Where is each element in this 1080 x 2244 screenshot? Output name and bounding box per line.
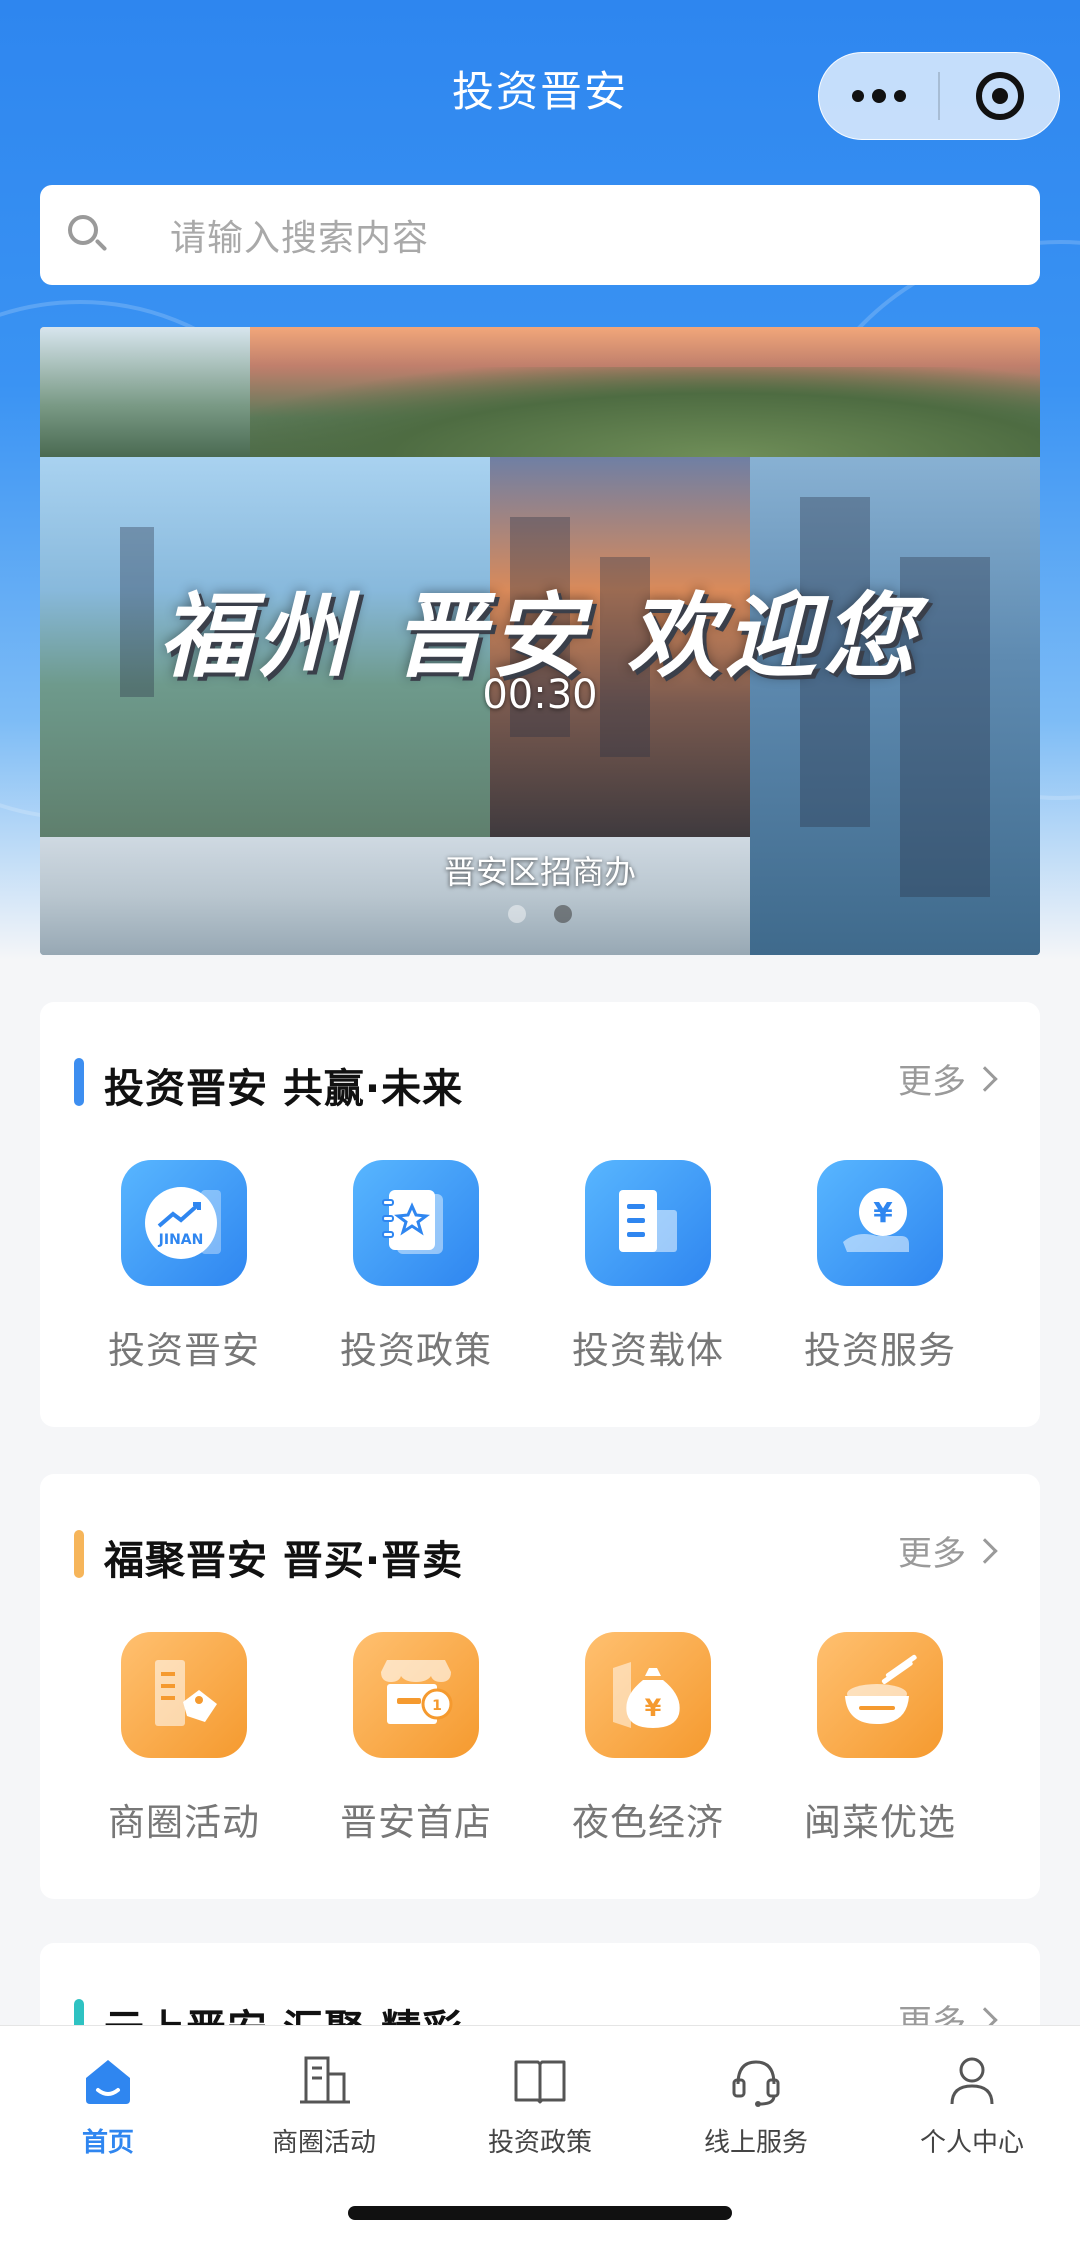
tab-home[interactable]: 首页	[0, 2026, 216, 2166]
section-header: 福聚晋安 晋买·晋卖 更多	[40, 1524, 1040, 1584]
video-time: 00:30	[482, 672, 598, 718]
book-icon	[514, 2060, 566, 2104]
more-dots-icon[interactable]	[819, 52, 938, 140]
policy-book-icon	[353, 1160, 479, 1286]
building-icon	[300, 2056, 350, 2104]
storefront-badge-icon: 1	[353, 1632, 479, 1758]
grid-item-label: 投资晋安	[108, 1329, 260, 1372]
more-label: 更多	[898, 1534, 966, 1574]
moneybag-icon: ¥	[585, 1632, 711, 1758]
grid-item-label: 夜色经济	[572, 1801, 724, 1844]
svg-text:¥: ¥	[873, 1196, 893, 1229]
banner-caption: 晋安区招商办	[443, 853, 636, 891]
search-placeholder: 请输入搜索内容	[170, 218, 430, 259]
icon-grid: JINAN 投资晋安 投资政策 投资载体 ¥ 投资服务	[40, 1160, 1040, 1374]
tab-personal-center[interactable]: 个人中心	[864, 2026, 1080, 2166]
grid-item-label: 投资载体	[572, 1329, 724, 1372]
svg-text:¥: ¥	[645, 1694, 662, 1722]
grid-item-night-economy[interactable]: ¥ 夜色经济	[532, 1632, 764, 1846]
banner-photo	[40, 327, 250, 457]
tab-label: 商圈活动	[271, 2128, 376, 2158]
chevron-right-icon	[972, 1065, 998, 1092]
video-banner[interactable]: 福州 晋安 欢迎您 00:30 晋安区招商办	[40, 327, 1040, 955]
section-investment: 投资晋安 共赢·未来 更多 JINAN 投资晋安 投资政策 投资载体 ¥ 投资服…	[40, 1002, 1040, 1427]
building-tag-icon	[121, 1632, 247, 1758]
tab-label: 线上服务	[703, 2128, 808, 2158]
home-indicator	[348, 2206, 732, 2220]
grid-item-invest-service[interactable]: ¥ 投资服务	[764, 1160, 996, 1374]
grid-item-label: 商圈活动	[108, 1801, 260, 1844]
person-icon	[950, 2057, 994, 2105]
building-doc-icon	[585, 1160, 711, 1286]
icon-grid: 商圈活动 1 晋安首店 ¥ 夜色经济 闽菜优选	[40, 1632, 1040, 1846]
tab-business-activity[interactable]: 商圈活动	[216, 2026, 432, 2166]
grid-item-first-store[interactable]: 1 晋安首店	[300, 1632, 532, 1846]
carousel-dot[interactable]	[508, 905, 526, 923]
grid-item-label: 投资政策	[340, 1329, 492, 1372]
target-close-icon[interactable]	[940, 52, 1059, 140]
section-header: 投资晋安 共赢·未来 更多	[40, 1052, 1040, 1112]
bowl-chopsticks-icon	[817, 1632, 943, 1758]
yuan-hand-icon: ¥	[817, 1160, 943, 1286]
carousel-dots	[40, 905, 1040, 923]
svg-text:JINAN: JINAN	[158, 1232, 204, 1248]
home-icon	[86, 2060, 130, 2104]
banner-photo	[250, 367, 1040, 457]
grid-item-label: 闽菜优选	[804, 1801, 956, 1844]
grid-item-invest-jinan[interactable]: JINAN 投资晋安	[68, 1160, 300, 1374]
grid-item-label: 投资服务	[804, 1329, 956, 1372]
section-title: 投资晋安 共赢·未来	[104, 1066, 464, 1112]
tab-label: 投资政策	[487, 2128, 592, 2158]
grid-item-label: 晋安首店	[340, 1801, 492, 1844]
tab-invest-policy[interactable]: 投资政策	[432, 2026, 648, 2166]
grid-item-invest-carrier[interactable]: 投资载体	[532, 1160, 764, 1374]
grid-item-invest-policy[interactable]: 投资政策	[300, 1160, 532, 1374]
tab-label: 个人中心	[919, 2128, 1024, 2158]
tab-label: 首页	[81, 2128, 134, 2158]
more-label: 更多	[898, 1062, 966, 1102]
carousel-dot-active[interactable]	[554, 905, 572, 923]
section-business: 福聚晋安 晋买·晋卖 更多 商圈活动 1 晋安首店 ¥ 夜色经济 闽菜优选	[40, 1474, 1040, 1899]
miniprogram-capsule	[818, 52, 1060, 140]
jinan-growth-icon: JINAN	[121, 1160, 247, 1286]
section-accent-bar	[74, 1058, 84, 1106]
section-accent-bar	[74, 1530, 84, 1578]
grid-item-fujian-cuisine[interactable]: 闽菜优选	[764, 1632, 996, 1846]
section-title: 福聚晋安 晋买·晋卖	[104, 1538, 464, 1584]
svg-text:1: 1	[432, 1698, 442, 1714]
headset-icon	[732, 2060, 780, 2107]
chevron-right-icon	[972, 1537, 998, 1564]
search-input[interactable]: 请输入搜索内容	[40, 185, 1040, 285]
tab-online-service[interactable]: 线上服务	[648, 2026, 864, 2166]
more-link[interactable]: 更多	[898, 1526, 998, 1575]
grid-item-business-activity[interactable]: 商圈活动	[68, 1632, 300, 1846]
search-icon	[68, 215, 108, 255]
more-link[interactable]: 更多	[898, 1054, 998, 1103]
